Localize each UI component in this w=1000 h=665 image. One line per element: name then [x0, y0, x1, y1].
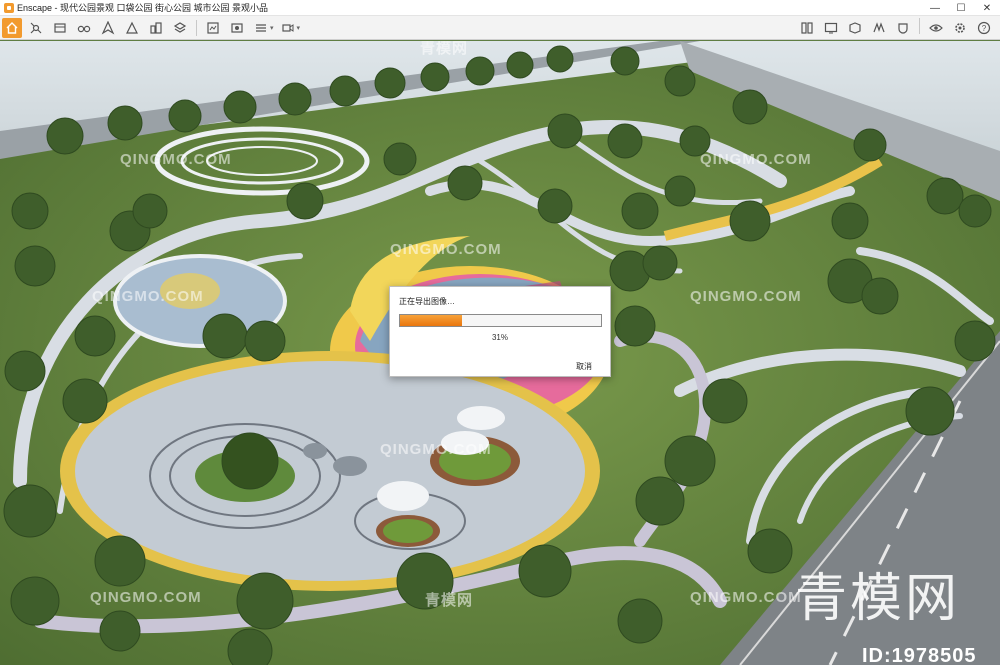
buildings-icon[interactable] [146, 18, 166, 38]
binoculars-icon[interactable] [74, 18, 94, 38]
watermark-text: 青模网 [420, 41, 469, 57]
satellite-icon[interactable] [26, 18, 46, 38]
window-title: Enscape - 现代公园景观 口袋公园 街心公园 城市公园 景观小品 [17, 3, 269, 13]
perspective-icon[interactable] [122, 18, 142, 38]
chevron-down-icon[interactable]: ▾ [270, 24, 274, 32]
svg-text:?: ? [982, 24, 987, 33]
close-button[interactable]: ✕ [974, 0, 1000, 16]
toolbar-divider [919, 18, 920, 34]
watermark-text: QINGMO.COM [380, 441, 492, 458]
image-id-label: ID:1978505 [862, 645, 977, 665]
watermark-text: QINGMO.COM [120, 151, 232, 168]
watermark-text: QINGMO.COM [690, 288, 802, 305]
title-bar: Enscape - 现代公园景观 口袋公园 街心公园 城市公园 景观小品 — ☐… [0, 0, 1000, 16]
watermark-text: QINGMO.COM [90, 589, 202, 606]
visibility-icon[interactable] [926, 18, 946, 38]
compass-icon[interactable] [98, 18, 118, 38]
chevron-down-icon[interactable]: ▾ [297, 24, 301, 32]
video-icon[interactable] [278, 18, 298, 38]
brand-watermark: 青模网 [795, 569, 961, 629]
maximize-button[interactable]: ☐ [948, 0, 974, 16]
help-icon[interactable]: ? [974, 18, 994, 38]
screen-icon[interactable] [821, 18, 841, 38]
materials-icon[interactable] [845, 18, 865, 38]
window-controls: — ☐ ✕ [922, 0, 1000, 16]
home-icon[interactable] [2, 17, 22, 38]
progress-bar [399, 314, 602, 327]
batch-icon[interactable] [251, 18, 271, 38]
layers-icon[interactable] [170, 18, 190, 38]
asset-library-icon[interactable] [797, 18, 817, 38]
watermark-text: QINGMO.COM [390, 241, 502, 258]
watermark-text: 青模网 [425, 592, 474, 609]
watermark-text: QINGMO.COM [690, 589, 802, 606]
cancel-button[interactable]: 取消 [576, 361, 592, 372]
minimize-button[interactable]: — [922, 0, 948, 16]
enscape-logo-icon [4, 2, 14, 13]
render-icon[interactable] [227, 18, 247, 38]
quality-icon[interactable] [893, 18, 913, 38]
progress-percent-text: 31% [491, 333, 508, 342]
export-progress-dialog: 正在导出图像… 31% 取消 [389, 286, 611, 377]
progress-fill [400, 315, 463, 326]
sketch-icon[interactable] [869, 18, 889, 38]
watermark-text: QINGMO.COM [92, 288, 204, 305]
toolbar: ▾ ▾ ? ︿ [0, 16, 1000, 55]
export-image-icon[interactable] [203, 18, 223, 38]
bim-icon[interactable] [50, 18, 70, 38]
watermark-text: QINGMO.COM [700, 151, 812, 168]
dialog-title: 正在导出图像… [399, 297, 455, 306]
settings-icon[interactable] [950, 18, 970, 38]
toolbar-divider [196, 19, 197, 36]
toolbar-right-group: ? [795, 18, 996, 38]
